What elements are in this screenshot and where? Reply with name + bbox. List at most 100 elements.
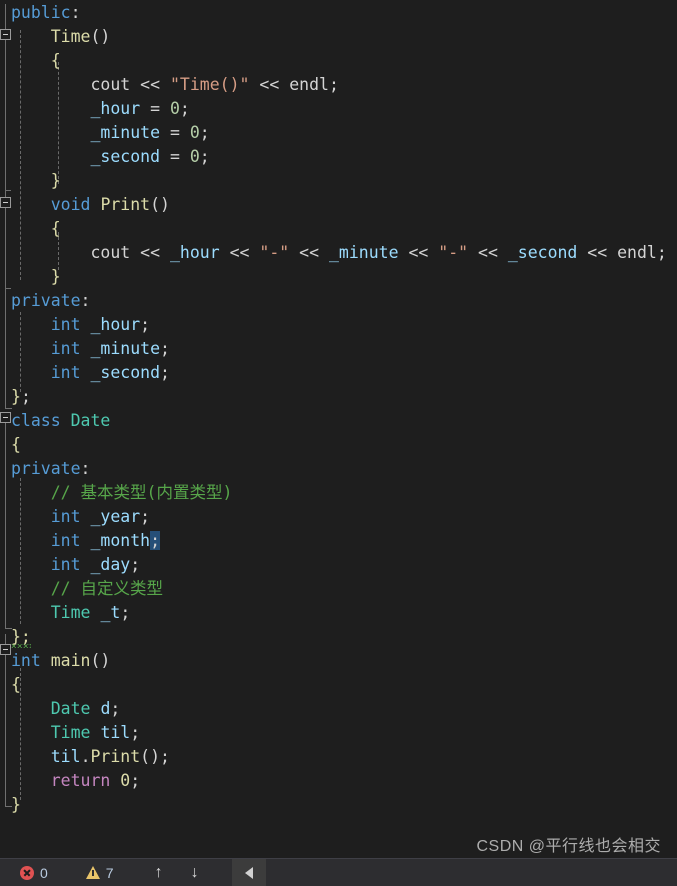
code-editor-window: public: Time() { cout << "Time()" << end… xyxy=(0,0,677,886)
previous-issue-button[interactable]: ↑ xyxy=(146,859,172,886)
code-line-text: void Print() xyxy=(11,193,170,217)
code-token: "Time()" xyxy=(169,75,250,94)
code-token: _hour xyxy=(169,243,220,262)
code-token: }; xyxy=(11,627,31,646)
editor-surface[interactable]: public: Time() { cout << "Time()" << end… xyxy=(0,0,677,858)
code-line[interactable]: int _second; xyxy=(0,361,677,385)
code-token: () xyxy=(90,651,111,670)
code-token: public xyxy=(11,3,71,22)
code-token: Print xyxy=(90,747,141,766)
code-token: : xyxy=(70,3,81,22)
code-line[interactable]: cout << _hour << "-" << _minute << "-" <… xyxy=(0,241,677,265)
code-line[interactable]: _minute = 0; xyxy=(0,121,677,145)
code-token: cout xyxy=(90,243,131,262)
code-line-text: _hour = 0; xyxy=(11,97,189,121)
code-token: // 自定义类型 xyxy=(50,579,164,598)
collapse-panel-button[interactable] xyxy=(231,859,266,886)
code-line[interactable]: int _day; xyxy=(0,553,677,577)
code-token: () xyxy=(90,27,111,46)
code-line-text: { xyxy=(11,217,61,241)
code-line[interactable]: }; xyxy=(0,385,677,409)
code-line[interactable]: cout << "Time()" << endl; xyxy=(0,73,677,97)
code-token: () xyxy=(140,747,161,766)
code-line[interactable]: Date d; xyxy=(0,697,677,721)
code-token: << xyxy=(289,243,329,262)
code-token: ; xyxy=(160,339,170,358)
error-count-item[interactable]: 0 xyxy=(14,859,54,886)
code-token: Time xyxy=(50,723,91,742)
code-token: private xyxy=(11,291,81,310)
code-line-text: public: xyxy=(11,1,81,25)
code-line[interactable]: class Date xyxy=(0,409,677,433)
code-line[interactable]: int _month; xyxy=(0,529,677,553)
code-token: << xyxy=(577,243,618,262)
code-line[interactable]: Time _t; xyxy=(0,601,677,625)
code-token: _hour xyxy=(90,99,141,118)
code-line[interactable]: } xyxy=(0,169,677,193)
code-token: { xyxy=(11,435,21,454)
code-line[interactable]: void Print() xyxy=(0,193,677,217)
code-line-text: }; xyxy=(11,625,31,649)
code-line[interactable]: { xyxy=(0,673,677,697)
code-token: ; xyxy=(120,603,131,622)
code-line[interactable]: { xyxy=(0,49,677,73)
next-issue-button[interactable]: ↓ xyxy=(182,859,208,886)
code-token: ; xyxy=(130,771,141,790)
status-bar: 0 7 ↑ ↓ xyxy=(0,858,677,886)
code-line-text: cout << "Time()" << endl; xyxy=(11,73,338,97)
code-line[interactable]: int _year; xyxy=(0,505,677,529)
code-line[interactable]: { xyxy=(0,217,677,241)
code-line[interactable]: _hour = 0; xyxy=(0,97,677,121)
arrow-up-icon: ↑ xyxy=(154,863,163,881)
code-token: . xyxy=(80,747,91,766)
code-token: ; xyxy=(20,387,31,406)
code-line[interactable]: private: xyxy=(0,289,677,313)
code-token: Date xyxy=(70,411,111,430)
code-token: { xyxy=(11,675,21,694)
code-token: til xyxy=(50,747,81,766)
code-line[interactable]: int _hour; xyxy=(0,313,677,337)
code-token: } xyxy=(50,171,61,190)
code-line[interactable]: // 基本类型(内置类型) xyxy=(0,481,677,505)
code-line[interactable]: return 0; xyxy=(0,769,677,793)
code-token: endl xyxy=(289,75,329,94)
code-token: ; xyxy=(110,699,121,718)
code-token: Time xyxy=(50,603,91,622)
code-line[interactable]: }; xyxy=(0,625,677,649)
code-line[interactable]: int _minute; xyxy=(0,337,677,361)
code-line[interactable]: } xyxy=(0,265,677,289)
code-line-text: private: xyxy=(11,289,90,313)
code-line[interactable]: Time() xyxy=(0,25,677,49)
code-token: _second xyxy=(90,363,161,382)
code-line[interactable]: Time til; xyxy=(0,721,677,745)
code-line-text: int _year; xyxy=(11,505,150,529)
code-token: ; xyxy=(160,363,170,382)
code-line-text: { xyxy=(11,433,21,457)
code-lines[interactable]: public: Time() { cout << "Time()" << end… xyxy=(0,0,677,817)
code-line[interactable]: } xyxy=(0,793,677,817)
code-line[interactable]: int main() xyxy=(0,649,677,673)
code-line[interactable]: // 自定义类型 xyxy=(0,577,677,601)
code-token: } xyxy=(50,267,61,286)
code-token: _minute xyxy=(90,339,161,358)
code-line[interactable]: { xyxy=(0,433,677,457)
code-line-text: Date d; xyxy=(11,697,121,721)
code-line[interactable]: til.Print(); xyxy=(0,745,677,769)
code-line[interactable]: public: xyxy=(0,1,677,25)
code-token: return xyxy=(50,771,111,790)
code-line[interactable]: private: xyxy=(0,457,677,481)
code-line[interactable]: _second = 0; xyxy=(0,145,677,169)
warning-count-item[interactable]: 7 xyxy=(80,859,120,886)
watermark-text: CSDN @平行线也会相交 xyxy=(476,838,661,855)
code-token: _year xyxy=(90,507,141,526)
